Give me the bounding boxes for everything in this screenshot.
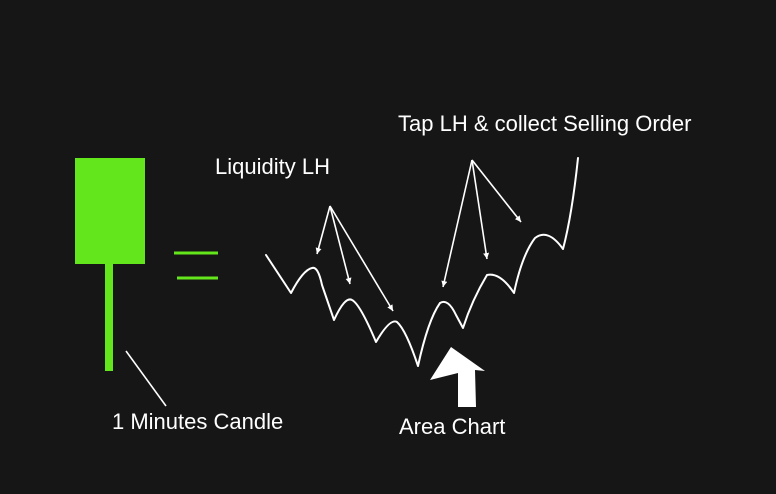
area-chart-big-arrow xyxy=(430,347,485,407)
diagram-canvas: Tap LH & collect Selling Order Liquidity… xyxy=(0,0,776,494)
area-chart-label: Area Chart xyxy=(399,414,506,439)
price-line xyxy=(265,157,579,367)
tap-lh-label: Tap LH & collect Selling Order xyxy=(398,111,692,136)
liquidity-arrow-1 xyxy=(315,205,331,255)
candle-pointer-line xyxy=(125,350,167,407)
tap-arrow-1 xyxy=(441,159,473,288)
candle-wick xyxy=(105,264,113,371)
liquidity-arrow-2 xyxy=(329,205,352,285)
liquidity-lh-label: Liquidity LH xyxy=(215,154,330,179)
candle-body xyxy=(75,158,145,264)
candle-label: 1 Minutes Candle xyxy=(112,409,284,434)
liquidity-arrow-3 xyxy=(329,205,394,312)
